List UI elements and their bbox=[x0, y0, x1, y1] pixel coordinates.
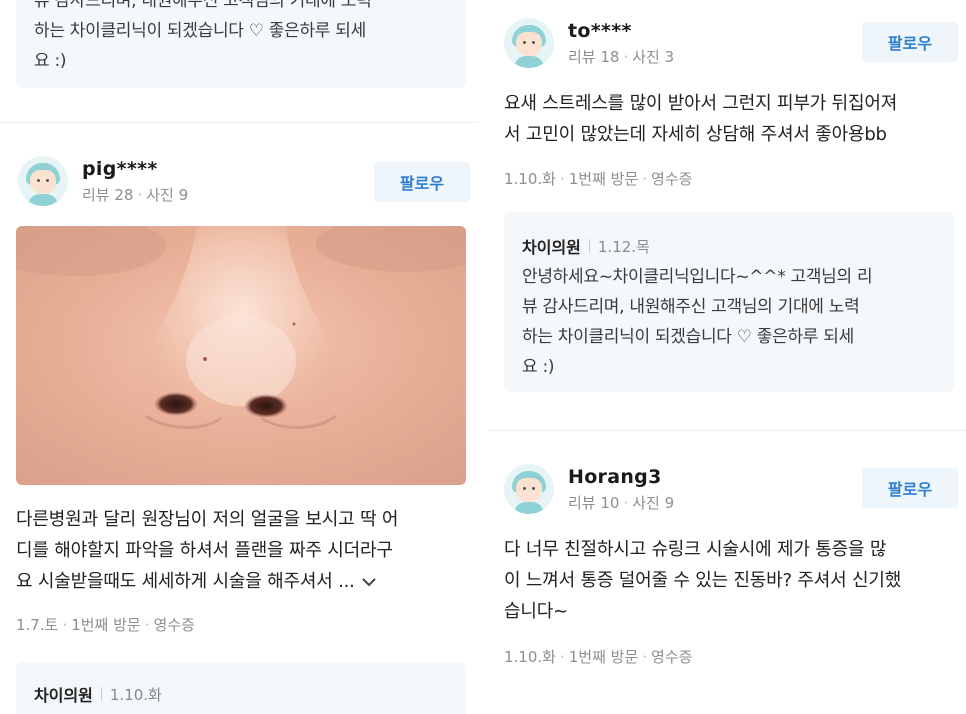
reply-line: 뷰 감사드리며, 내원해주신 고객님의 기대에 노력 bbox=[34, 0, 372, 11]
divider bbox=[100, 687, 102, 701]
divider bbox=[0, 122, 478, 123]
photo-count: 사진 9 bbox=[146, 185, 189, 204]
left-column: 뷰 감사드리며, 내원해주신 고객님의 기대에 노력 하는 차이클리닉이 되겠습… bbox=[0, 0, 478, 714]
reply-line: 하는 차이클리닉이 되겠습니다 ♡ 좋은하루 되세 bbox=[34, 21, 366, 41]
review-text: 요새 스트레스를 많이 받아서 그런지 피부가 뒤집어져 서 고민이 많았는데 … bbox=[504, 88, 960, 150]
visit-date: 1.7.토 bbox=[16, 616, 59, 634]
reply-date: 1.10.화 bbox=[109, 685, 162, 704]
reviewer-stats: 리뷰 18 · 사진 3 bbox=[568, 47, 675, 66]
visit-date: 1.10.화 bbox=[504, 648, 556, 666]
visit-count: 1번째 방문 bbox=[568, 170, 639, 188]
reply-line: 뷰 감사드리며, 내원해주신 고객님의 기대에 노력 bbox=[522, 297, 860, 317]
owner-reply: 뷰 감사드리며, 내원해주신 고객님의 기대에 노력 하는 차이클리닉이 되겠습… bbox=[16, 0, 466, 88]
visit-date: 1.10.화 bbox=[504, 170, 556, 188]
review-line: 습니다~ bbox=[504, 601, 568, 622]
reviewer-name[interactable]: to**** bbox=[568, 20, 674, 42]
nose-photo-image bbox=[16, 226, 466, 485]
review-line: 서 고민이 많았는데 자세히 상담해 주셔서 좋아용bb bbox=[504, 124, 887, 145]
owner-reply: 차이의원 1.10.화 bbox=[16, 662, 466, 714]
review-line: 요새 스트레스를 많이 받아서 그런지 피부가 뒤집어져 bbox=[504, 93, 898, 114]
review-count: 리뷰 10 bbox=[568, 493, 620, 512]
review-text: 다 너무 친절하시고 슈링크 시술시에 제가 통증을 많 이 느껴서 통증 덜어… bbox=[504, 534, 966, 627]
reply-line: 요 :) bbox=[522, 357, 555, 377]
reviewer-profile[interactable]: pig**** 리뷰 28 · 사진 9 bbox=[18, 156, 188, 206]
visit-meta: 1.10.화 · 1번째 방문 · 영수증 bbox=[504, 170, 693, 188]
receipt-label: 영수증 bbox=[651, 648, 693, 666]
reply-line: 안녕하세요~차이클리닉입니다~^^* 고객님의 리 bbox=[522, 267, 873, 287]
receipt-label: 영수증 bbox=[651, 170, 693, 188]
reply-line: 요 :) bbox=[34, 51, 67, 71]
owner-reply: 차이의원 1.12.목 안녕하세요~차이클리닉입니다~^^* 고객님의 리 뷰 … bbox=[504, 212, 954, 392]
reviewer-profile[interactable]: to**** 리뷰 18 · 사진 3 bbox=[504, 18, 674, 68]
reply-line: 하는 차이클리닉이 되겠습니다 ♡ 좋은하루 되세 bbox=[522, 327, 854, 347]
chevron-down-icon[interactable] bbox=[361, 567, 377, 598]
review-photo[interactable] bbox=[16, 226, 466, 485]
visit-meta: 1.10.화 · 1번째 방문 · 영수증 bbox=[504, 648, 693, 666]
reply-date: 1.12.목 bbox=[597, 237, 650, 256]
reviewer-name[interactable]: pig**** bbox=[82, 158, 188, 180]
review-count: 리뷰 28 bbox=[82, 185, 134, 204]
reviewer-name[interactable]: Horang3 bbox=[568, 466, 674, 488]
review-line: 다 너무 친절하시고 슈링크 시술시에 제가 통증을 많 bbox=[504, 539, 887, 560]
review-line: 디를 해야할지 파악을 하셔서 플랜을 짜주 시더라구 bbox=[16, 540, 393, 561]
photo-count: 사진 9 bbox=[632, 493, 675, 512]
avatar-icon bbox=[504, 18, 554, 68]
reviewer-stats: 리뷰 10 · 사진 9 bbox=[568, 493, 675, 512]
divider bbox=[488, 430, 966, 431]
visit-count: 1번째 방문 bbox=[71, 616, 141, 634]
follow-button[interactable]: 팔로우 bbox=[862, 468, 958, 508]
reviewer-profile[interactable]: Horang3 리뷰 10 · 사진 9 bbox=[504, 464, 674, 514]
receipt-label: 영수증 bbox=[153, 616, 195, 634]
follow-button[interactable]: 팔로우 bbox=[374, 162, 470, 202]
avatar-icon bbox=[18, 156, 68, 206]
divider bbox=[588, 239, 590, 253]
avatar-icon bbox=[504, 464, 554, 514]
review-line: 이 느껴서 통증 덜어줄 수 있는 진동바? 주셔서 신기했 bbox=[504, 570, 902, 591]
photo-count: 사진 3 bbox=[632, 47, 675, 66]
reply-author: 차이의원 bbox=[34, 686, 93, 705]
review-text: 다른병원과 달리 원장님이 저의 얼굴을 보시고 딱 어 디를 해야할지 파악을… bbox=[16, 504, 466, 598]
review-more[interactable]: 요 시술받을때도 세세하게 시술을 해주셔서 ... bbox=[16, 566, 466, 598]
visit-count: 1번째 방문 bbox=[568, 648, 639, 666]
review-count: 리뷰 18 bbox=[568, 47, 620, 66]
visit-meta: 1.7.토 · 1번째 방문 · 영수증 bbox=[16, 616, 195, 634]
reviewer-stats: 리뷰 28 · 사진 9 bbox=[82, 185, 189, 204]
follow-button[interactable]: 팔로우 bbox=[862, 22, 958, 62]
reply-author: 차이의원 bbox=[522, 238, 581, 257]
right-column: to**** 리뷰 18 · 사진 3 팔로우 요새 스트레스를 많이 받아서 그런… bbox=[488, 0, 966, 714]
review-line: 다른병원과 달리 원장님이 저의 얼굴을 보시고 딱 어 bbox=[16, 509, 399, 530]
